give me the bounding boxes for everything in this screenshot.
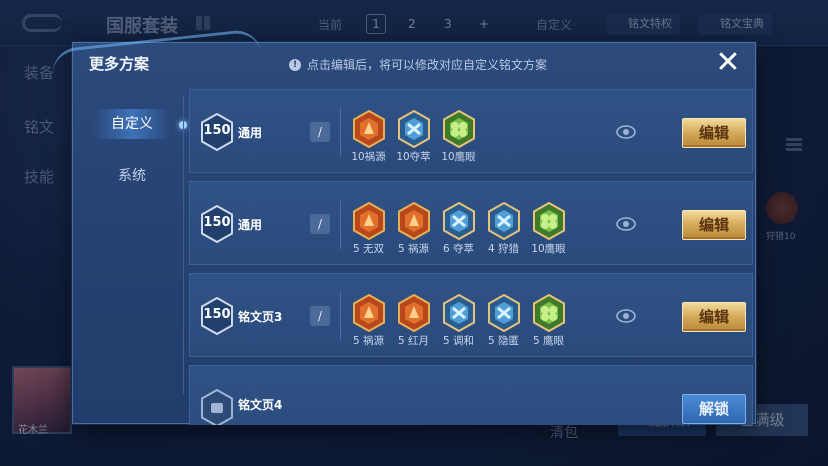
page-name: 铭文页3: [238, 310, 283, 324]
edit-notice-text: 点击编辑后，将可以修改对应自定义铭文方案: [307, 58, 548, 72]
close-button[interactable]: ✕: [713, 48, 743, 79]
eye-icon[interactable]: [616, 216, 636, 232]
rune-slot[interactable]: 5 鹰眼: [526, 294, 571, 348]
rename-pencil-icon[interactable]: /: [310, 122, 330, 142]
edit-button[interactable]: 编辑: [682, 302, 746, 332]
rune-page-list[interactable]: 150 通用 / 10祸源 10夺萃 10鹰眼 编辑 150 通用 / 5 无双…: [189, 89, 753, 425]
rune-label: 10鹰眼: [531, 243, 566, 255]
rune-label: 5 调和: [442, 335, 475, 347]
page-name: 铭文页4: [238, 398, 283, 412]
unlock-button[interactable]: 解锁: [682, 394, 746, 424]
rune-label: 5 祸源: [352, 335, 385, 347]
rune-blue-icon: [487, 202, 521, 240]
rune-set: 10祸源 10夺萃 10鹰眼: [346, 110, 481, 164]
rune-blue-icon: [487, 294, 521, 332]
rune-slot[interactable]: 4 狩猎: [481, 202, 526, 256]
tab-divider: [183, 95, 184, 395]
rune-page-row: 铭文页4 解锁: [189, 365, 753, 425]
rune-set: 5 祸源 5 红月 5 调和 5 隐匿 5 鹰眼: [346, 294, 571, 348]
rune-set: 5 无双 5 祸源 6 夺萃 4 狩猎 10鹰眼: [346, 202, 571, 256]
rune-label: 5 红月: [397, 335, 430, 347]
rune-slot[interactable]: 5 隐匿: [481, 294, 526, 348]
row-separator: [340, 107, 341, 157]
rune-label: 5 鹰眼: [532, 335, 565, 347]
edit-notice: ! 点击编辑后，将可以修改对应自定义铭文方案: [289, 56, 547, 73]
rune-page-row: 150 铭文页3 / 5 祸源 5 红月 5 调和 5 隐匿 5 鹰眼 编辑: [189, 273, 753, 357]
rune-red-icon: [352, 294, 386, 332]
rune-red-icon: [397, 294, 431, 332]
edit-button[interactable]: 编辑: [682, 210, 746, 240]
level-number: 150: [203, 215, 231, 230]
rune-slot[interactable]: 6 夺萃: [436, 202, 481, 256]
rune-slot[interactable]: 10鹰眼: [436, 110, 481, 164]
level-badge: 150: [200, 296, 234, 336]
rune-slot[interactable]: 10夺萃: [391, 110, 436, 164]
rune-page-row: 150 通用 / 5 无双 5 祸源 6 夺萃 4 狩猎 10鹰眼 编辑: [189, 181, 753, 265]
info-icon: !: [289, 58, 301, 71]
rename-pencil-icon[interactable]: /: [310, 214, 330, 234]
modal-title: 更多方案: [89, 55, 150, 73]
rune-green-icon: [442, 110, 476, 148]
level-number: 150: [203, 123, 231, 138]
rune-slot[interactable]: 10鹰眼: [526, 202, 571, 256]
rune-label: 10祸源: [351, 151, 386, 163]
row-separator: [340, 291, 341, 341]
rune-slot[interactable]: 10祸源: [346, 110, 391, 164]
rename-pencil-icon[interactable]: /: [310, 306, 330, 326]
rune-slot[interactable]: 5 无双: [346, 202, 391, 256]
rune-blue-icon: [397, 110, 431, 148]
rune-blue-icon: [442, 202, 476, 240]
rune-red-icon: [352, 202, 386, 240]
tab-system[interactable]: 系统: [93, 161, 171, 191]
rune-red-icon: [397, 202, 431, 240]
row-separator: [340, 199, 341, 249]
rune-green-icon: [532, 294, 566, 332]
rune-slot[interactable]: 5 红月: [391, 294, 436, 348]
page-name: 通用: [238, 126, 263, 140]
modal-header: 更多方案 ! 点击编辑后，将可以修改对应自定义铭文方案 ✕: [50, 28, 755, 83]
rune-slot[interactable]: 5 祸源: [346, 294, 391, 348]
tab-custom[interactable]: 自定义: [93, 109, 171, 139]
rune-label: 4 狩猎: [487, 243, 520, 255]
rune-label: 10鹰眼: [441, 151, 476, 163]
rune-label: 5 隐匿: [487, 335, 520, 347]
rune-label: 5 祸源: [397, 243, 430, 255]
rune-slot[interactable]: 5 祸源: [391, 202, 436, 256]
lock-icon: [200, 388, 234, 425]
page-name: 通用: [238, 218, 263, 232]
edit-button[interactable]: 编辑: [682, 118, 746, 148]
rune-label: 5 无双: [352, 243, 385, 255]
level-badge: 150: [200, 204, 234, 244]
level-badge: 150: [200, 112, 234, 152]
rune-blue-icon: [442, 294, 476, 332]
rune-label: 6 夺萃: [442, 243, 475, 255]
eye-icon[interactable]: [616, 308, 636, 324]
level-number: 150: [203, 307, 231, 322]
eye-icon[interactable]: [616, 124, 636, 140]
rune-slot[interactable]: 5 调和: [436, 294, 481, 348]
rune-label: 10夺萃: [396, 151, 431, 163]
rune-green-icon: [532, 202, 566, 240]
more-plans-modal: 更多方案 ! 点击编辑后，将可以修改对应自定义铭文方案 ✕ 自定义 系统 150…: [50, 28, 756, 425]
rune-red-icon: [352, 110, 386, 148]
rune-page-row: 150 通用 / 10祸源 10夺萃 10鹰眼 编辑: [189, 89, 753, 173]
